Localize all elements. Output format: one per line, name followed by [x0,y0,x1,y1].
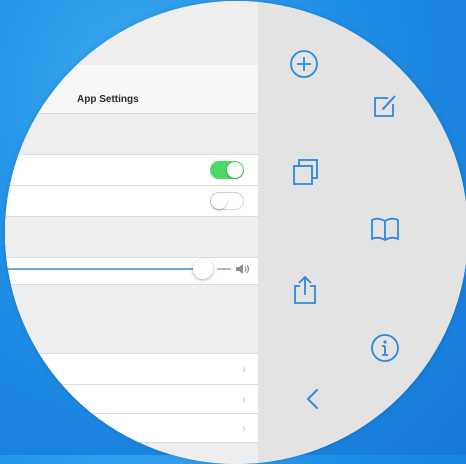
settings-title: App Settings [77,94,139,105]
chevron-right-icon: › [242,362,246,376]
tools-toolbar [258,1,466,464]
toggle-switch-1[interactable] [210,161,244,179]
share-button[interactable] [288,273,322,307]
add-button[interactable] [287,47,321,81]
list-item[interactable]: › [5,385,258,414]
settings-panel: App Settings › › › [5,1,258,464]
list-item[interactable]: › [5,414,258,443]
compose-icon [374,95,396,117]
volume-slider-thumb[interactable] [193,259,213,279]
chevron-right-icon: › [242,421,246,435]
toggle-row-2 [5,186,258,217]
add-icon [290,50,318,78]
bookmarks-button[interactable] [368,212,402,246]
book-icon [371,217,399,242]
settings-group-header [5,285,258,354]
slider-track-remaining [217,268,231,270]
back-button[interactable] [296,382,330,416]
toggle-row-1 [5,155,258,186]
toggle-knob [211,193,227,209]
compose-button[interactable] [368,89,402,123]
settings-group-header [5,114,258,155]
info-icon [371,334,399,362]
toggle-knob [227,162,243,178]
slider-row [5,258,258,285]
settings-group-header [5,217,258,258]
speaker-icon [236,264,250,274]
settings-nav-bar: App Settings [5,65,258,114]
copy-icon [293,159,318,185]
copy-button[interactable] [289,155,323,189]
slider-track [5,268,195,270]
magnifier-circle: App Settings › › › [5,1,466,464]
info-button[interactable] [368,331,402,365]
list-item[interactable]: › [5,354,258,385]
toggle-switch-2[interactable] [210,192,244,210]
share-icon [294,275,316,304]
back-icon [306,389,318,409]
chevron-right-icon: › [242,392,246,406]
